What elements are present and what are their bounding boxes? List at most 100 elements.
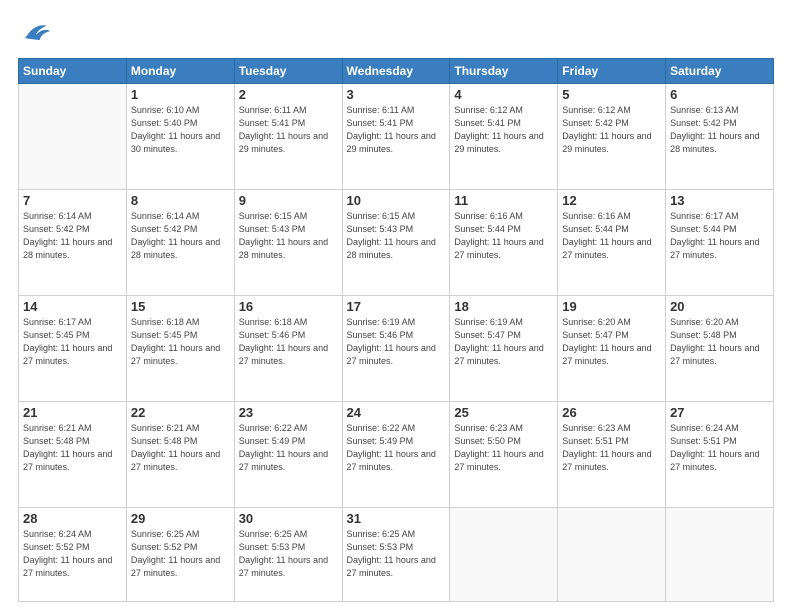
day-number: 16 <box>239 299 338 314</box>
cell-info: Sunrise: 6:14 AMSunset: 5:42 PMDaylight:… <box>131 210 230 262</box>
day-number: 1 <box>131 87 230 102</box>
calendar-week-3: 14 Sunrise: 6:17 AMSunset: 5:45 PMDayligh… <box>19 296 774 402</box>
calendar-cell: 28 Sunrise: 6:24 AMSunset: 5:52 PMDayligh… <box>19 508 127 602</box>
calendar-cell: 3 Sunrise: 6:11 AMSunset: 5:41 PMDaylight… <box>342 84 450 190</box>
day-number: 4 <box>454 87 553 102</box>
calendar-cell: 23 Sunrise: 6:22 AMSunset: 5:49 PMDayligh… <box>234 402 342 508</box>
day-number: 6 <box>670 87 769 102</box>
calendar-cell: 11 Sunrise: 6:16 AMSunset: 5:44 PMDayligh… <box>450 190 558 296</box>
cell-info: Sunrise: 6:16 AMSunset: 5:44 PMDaylight:… <box>454 210 553 262</box>
cell-info: Sunrise: 6:25 AMSunset: 5:52 PMDaylight:… <box>131 528 230 580</box>
calendar-cell: 25Sunrise: 6:23 AMSunset: 5:50 PMDayligh… <box>450 402 558 508</box>
calendar-cell: 10 Sunrise: 6:15 AMSunset: 5:43 PMDayligh… <box>342 190 450 296</box>
calendar-cell: 31 Sunrise: 6:25 AMSunset: 5:53 PMDayligh… <box>342 508 450 602</box>
calendar-cell: 7 Sunrise: 6:14 AMSunset: 5:42 PMDaylight… <box>19 190 127 296</box>
cell-info: Sunrise: 6:11 AMSunset: 5:41 PMDaylight:… <box>239 104 338 156</box>
cell-info: Sunrise: 6:20 AMSunset: 5:48 PMDaylight:… <box>670 316 769 368</box>
calendar-cell: 13 Sunrise: 6:17 AMSunset: 5:44 PMDayligh… <box>666 190 774 296</box>
day-number: 18 <box>454 299 553 314</box>
weekday-monday: Monday <box>126 59 234 84</box>
cell-info: Sunrise: 6:22 AMSunset: 5:49 PMDaylight:… <box>239 422 338 474</box>
day-number: 25 <box>454 405 553 420</box>
day-number: 13 <box>670 193 769 208</box>
cell-info: Sunrise: 6:10 AMSunset: 5:40 PMDaylight:… <box>131 104 230 156</box>
day-number: 30 <box>239 511 338 526</box>
weekday-tuesday: Tuesday <box>234 59 342 84</box>
cell-info: Sunrise: 6:18 AMSunset: 5:45 PMDaylight:… <box>131 316 230 368</box>
logo <box>18 18 58 46</box>
calendar-cell: 21Sunrise: 6:21 AMSunset: 5:48 PMDayligh… <box>19 402 127 508</box>
day-number: 27 <box>670 405 769 420</box>
calendar-cell: 26 Sunrise: 6:23 AMSunset: 5:51 PMDayligh… <box>558 402 666 508</box>
calendar-cell: 6Sunrise: 6:13 AMSunset: 5:42 PMDaylight… <box>666 84 774 190</box>
cell-info: Sunrise: 6:15 AMSunset: 5:43 PMDaylight:… <box>347 210 446 262</box>
day-number: 15 <box>131 299 230 314</box>
calendar-cell: 30 Sunrise: 6:25 AMSunset: 5:53 PMDayligh… <box>234 508 342 602</box>
cell-info: Sunrise: 6:14 AMSunset: 5:42 PMDaylight:… <box>23 210 122 262</box>
calendar-cell: 27 Sunrise: 6:24 AMSunset: 5:51 PMDayligh… <box>666 402 774 508</box>
calendar-cell: 8 Sunrise: 6:14 AMSunset: 5:42 PMDaylight… <box>126 190 234 296</box>
cell-info: Sunrise: 6:16 AMSunset: 5:44 PMDaylight:… <box>562 210 661 262</box>
calendar-cell: 18 Sunrise: 6:19 AMSunset: 5:47 PMDayligh… <box>450 296 558 402</box>
day-number: 8 <box>131 193 230 208</box>
cell-info: Sunrise: 6:23 AMSunset: 5:51 PMDaylight:… <box>562 422 661 474</box>
day-number: 29 <box>131 511 230 526</box>
cell-info: Sunrise: 6:12 AMSunset: 5:42 PMDaylight:… <box>562 104 661 156</box>
calendar-cell: 15 Sunrise: 6:18 AMSunset: 5:45 PMDayligh… <box>126 296 234 402</box>
day-number: 9 <box>239 193 338 208</box>
day-number: 10 <box>347 193 446 208</box>
day-number: 7 <box>23 193 122 208</box>
weekday-friday: Friday <box>558 59 666 84</box>
calendar-table: SundayMondayTuesdayWednesdayThursdayFrid… <box>18 58 774 602</box>
calendar-cell: 22 Sunrise: 6:21 AMSunset: 5:48 PMDayligh… <box>126 402 234 508</box>
cell-info: Sunrise: 6:15 AMSunset: 5:43 PMDaylight:… <box>239 210 338 262</box>
weekday-thursday: Thursday <box>450 59 558 84</box>
day-number: 28 <box>23 511 122 526</box>
calendar-cell: 14 Sunrise: 6:17 AMSunset: 5:45 PMDayligh… <box>19 296 127 402</box>
calendar-cell <box>19 84 127 190</box>
cell-info: Sunrise: 6:25 AMSunset: 5:53 PMDaylight:… <box>347 528 446 580</box>
calendar-cell: 19Sunrise: 6:20 AMSunset: 5:47 PMDayligh… <box>558 296 666 402</box>
header <box>18 18 774 46</box>
calendar-week-4: 21Sunrise: 6:21 AMSunset: 5:48 PMDayligh… <box>19 402 774 508</box>
day-number: 19 <box>562 299 661 314</box>
calendar-cell: 4Sunrise: 6:12 AMSunset: 5:41 PMDaylight… <box>450 84 558 190</box>
logo-icon <box>18 18 54 46</box>
calendar-cell <box>450 508 558 602</box>
cell-info: Sunrise: 6:19 AMSunset: 5:46 PMDaylight:… <box>347 316 446 368</box>
cell-info: Sunrise: 6:17 AMSunset: 5:44 PMDaylight:… <box>670 210 769 262</box>
calendar-cell: 29 Sunrise: 6:25 AMSunset: 5:52 PMDayligh… <box>126 508 234 602</box>
calendar-cell: 2 Sunrise: 6:11 AMSunset: 5:41 PMDaylight… <box>234 84 342 190</box>
day-number: 22 <box>131 405 230 420</box>
cell-info: Sunrise: 6:24 AMSunset: 5:52 PMDaylight:… <box>23 528 122 580</box>
cell-info: Sunrise: 6:24 AMSunset: 5:51 PMDaylight:… <box>670 422 769 474</box>
day-number: 3 <box>347 87 446 102</box>
day-number: 5 <box>562 87 661 102</box>
cell-info: Sunrise: 6:11 AMSunset: 5:41 PMDaylight:… <box>347 104 446 156</box>
calendar-cell <box>558 508 666 602</box>
calendar-cell <box>666 508 774 602</box>
cell-info: Sunrise: 6:17 AMSunset: 5:45 PMDaylight:… <box>23 316 122 368</box>
calendar-cell: 12Sunrise: 6:16 AMSunset: 5:44 PMDayligh… <box>558 190 666 296</box>
weekday-wednesday: Wednesday <box>342 59 450 84</box>
cell-info: Sunrise: 6:19 AMSunset: 5:47 PMDaylight:… <box>454 316 553 368</box>
day-number: 2 <box>239 87 338 102</box>
weekday-saturday: Saturday <box>666 59 774 84</box>
day-number: 23 <box>239 405 338 420</box>
cell-info: Sunrise: 6:21 AMSunset: 5:48 PMDaylight:… <box>131 422 230 474</box>
day-number: 26 <box>562 405 661 420</box>
calendar-cell: 17 Sunrise: 6:19 AMSunset: 5:46 PMDayligh… <box>342 296 450 402</box>
weekday-header-row: SundayMondayTuesdayWednesdayThursdayFrid… <box>19 59 774 84</box>
day-number: 17 <box>347 299 446 314</box>
calendar-cell: 24Sunrise: 6:22 AMSunset: 5:49 PMDayligh… <box>342 402 450 508</box>
day-number: 31 <box>347 511 446 526</box>
day-number: 11 <box>454 193 553 208</box>
cell-info: Sunrise: 6:18 AMSunset: 5:46 PMDaylight:… <box>239 316 338 368</box>
day-number: 24 <box>347 405 446 420</box>
calendar-week-5: 28 Sunrise: 6:24 AMSunset: 5:52 PMDayligh… <box>19 508 774 602</box>
weekday-sunday: Sunday <box>19 59 127 84</box>
page: SundayMondayTuesdayWednesdayThursdayFrid… <box>0 0 792 612</box>
calendar-cell: 5 Sunrise: 6:12 AMSunset: 5:42 PMDaylight… <box>558 84 666 190</box>
cell-info: Sunrise: 6:25 AMSunset: 5:53 PMDaylight:… <box>239 528 338 580</box>
day-number: 14 <box>23 299 122 314</box>
